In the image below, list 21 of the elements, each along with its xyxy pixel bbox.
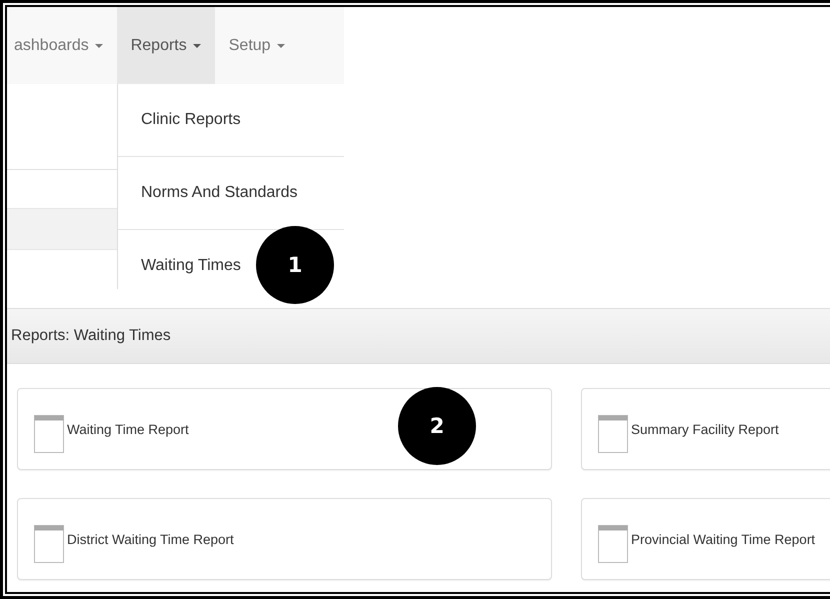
caret-icon	[276, 44, 285, 48]
report-link[interactable]: District Waiting Time Report	[67, 532, 234, 546]
report-card[interactable]: Summary Facility Report	[581, 388, 830, 470]
window-icon	[34, 525, 64, 563]
dropdown-item[interactable]: Norms And Standards	[141, 184, 298, 202]
caret-icon	[192, 44, 201, 48]
report-card[interactable]: District Waiting Time Report	[17, 498, 552, 580]
window-icon	[598, 415, 628, 453]
caret-icon	[94, 44, 103, 48]
dropdown-item[interactable]: Clinic Reports	[141, 111, 241, 129]
nav-menu-item[interactable]: Setup	[214, 7, 299, 84]
window-icon	[598, 525, 628, 563]
nav-menu-item[interactable]: Reports	[116, 7, 215, 84]
panel-title: Reports: Waiting Times	[11, 327, 171, 345]
report-card[interactable]: Provincial Waiting Time Report	[581, 498, 830, 580]
dropdown-item[interactable]: Waiting Times	[141, 257, 241, 275]
report-link[interactable]: Provincial Waiting Time Report	[631, 532, 816, 546]
nav-menu-item[interactable]: ashboards	[7, 7, 117, 84]
report-link[interactable]: Summary Facility Report	[631, 422, 779, 436]
report-link[interactable]: Waiting Time Report	[67, 422, 189, 436]
window-icon	[34, 415, 64, 453]
